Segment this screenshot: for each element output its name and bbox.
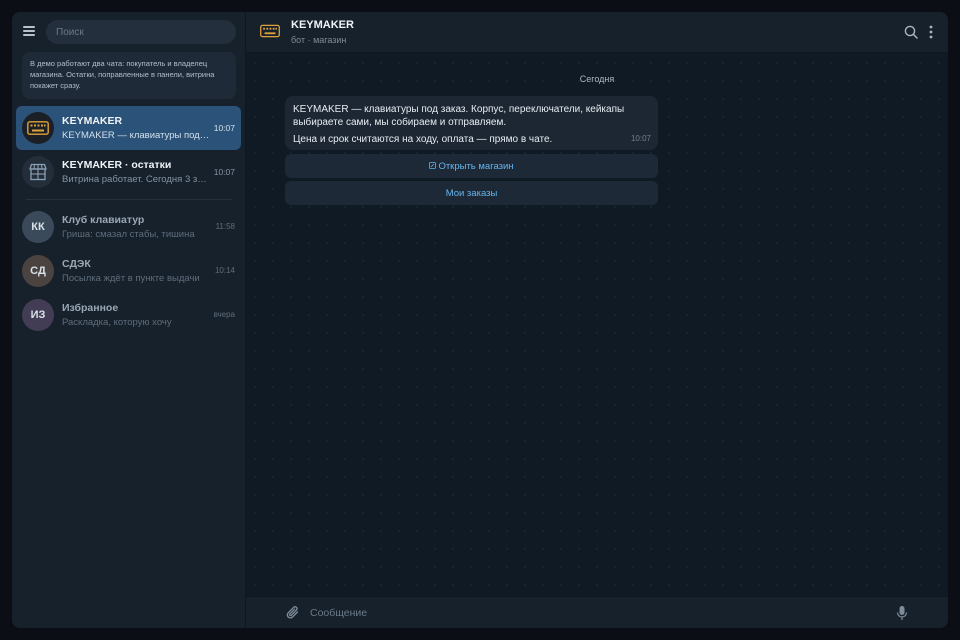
chat-name: СДЭК [62, 258, 91, 270]
search-icon[interactable] [904, 25, 918, 39]
chat-header: KEYMAKER бот · магазин [246, 12, 948, 53]
chat-preview: Посылка ждёт в пункте выдачи [62, 273, 200, 284]
sidebar: В демо работают два чата: покупатель и в… [12, 12, 246, 628]
paperclip-icon[interactable] [286, 605, 300, 620]
open-shop-label: Открыть магазин [438, 160, 514, 172]
message-input[interactable] [310, 603, 870, 623]
avatar: ИЗ [22, 299, 54, 331]
keyboard-icon [260, 24, 280, 40]
chat-preview: KEYMAKER — клавиатуры под заказ. Корпус,… [62, 130, 210, 141]
chat-preview: Гриша: смазал стабы, тишина [62, 229, 195, 240]
chat-item-favorites[interactable]: ИЗ Избранное Раскладка, которую хочу вче… [16, 293, 241, 337]
message-text: KEYMAKER — клавиатуры под заказ. Корпус,… [293, 104, 625, 128]
demo-note: В демо работают два чата: покупатель и в… [22, 52, 236, 99]
chat-time: 10:14 [214, 266, 235, 275]
web-app-icon [429, 161, 437, 171]
chat-time: вчера [213, 310, 235, 319]
chat-preview: Раскладка, которую хочу [62, 317, 172, 328]
microphone-icon[interactable] [896, 605, 908, 621]
message-composer [246, 596, 948, 628]
more-vertical-icon[interactable] [926, 24, 936, 40]
message-bubble: KEYMAKER — клавиатуры под заказ. Корпус,… [285, 96, 658, 150]
chat-item-keyboard-club[interactable]: КК Клуб клавиатур Гриша: смазал стабы, т… [16, 205, 241, 249]
chat-time: 11:58 [215, 222, 235, 231]
app-window: В демо работают два чата: покупатель и в… [12, 12, 948, 628]
chat-item-cdek[interactable]: СД СДЭК Посылка ждёт в пункте выдачи 10:… [16, 249, 241, 293]
chat-title[interactable]: KEYMAKER [291, 19, 354, 31]
chat-preview: Витрина работает. Сегодня 3 заказа [62, 174, 210, 185]
chat-item-keymaker-stock[interactable]: KEYMAKER · остатки Витрина работает. Сег… [16, 150, 241, 194]
chat-name: Клуб клавиатур [62, 214, 145, 226]
chat-name: KEYMAKER · остатки [62, 159, 172, 171]
chat-main: KEYMAKER бот · магазин Сегодня KEYMAKER … [246, 12, 948, 628]
avatar: КК [22, 211, 54, 243]
chat-name: Избранное [62, 302, 119, 314]
sidebar-top-bar [12, 12, 246, 50]
chat-time: 10:07 [213, 167, 235, 177]
sidebar-divider [26, 199, 232, 200]
chat-subtitle: бот · магазин [291, 35, 347, 45]
my-orders-label: Мои заказы [445, 187, 498, 199]
hamburger-menu-icon[interactable] [23, 25, 37, 37]
message-time: 10:07 [630, 134, 651, 143]
chat-name: KEYMAKER [62, 115, 123, 127]
message-text: Цена и срок считаются на ходу, оплата — … [293, 134, 553, 145]
chat-item-keymaker[interactable]: KEYMAKER KEYMAKER — клавиатуры под заказ… [16, 106, 241, 150]
open-shop-button[interactable]: Открыть магазин [285, 154, 658, 178]
search-input[interactable] [46, 20, 236, 44]
storefront-icon [22, 156, 54, 188]
keyboard-icon [22, 112, 54, 144]
message-list: Сегодня KEYMAKER — клавиатуры под заказ.… [246, 54, 948, 596]
chat-time: 10:07 [213, 123, 235, 133]
date-separator: Сегодня [579, 74, 615, 84]
avatar: СД [22, 255, 54, 287]
my-orders-button[interactable]: Мои заказы [285, 181, 658, 205]
